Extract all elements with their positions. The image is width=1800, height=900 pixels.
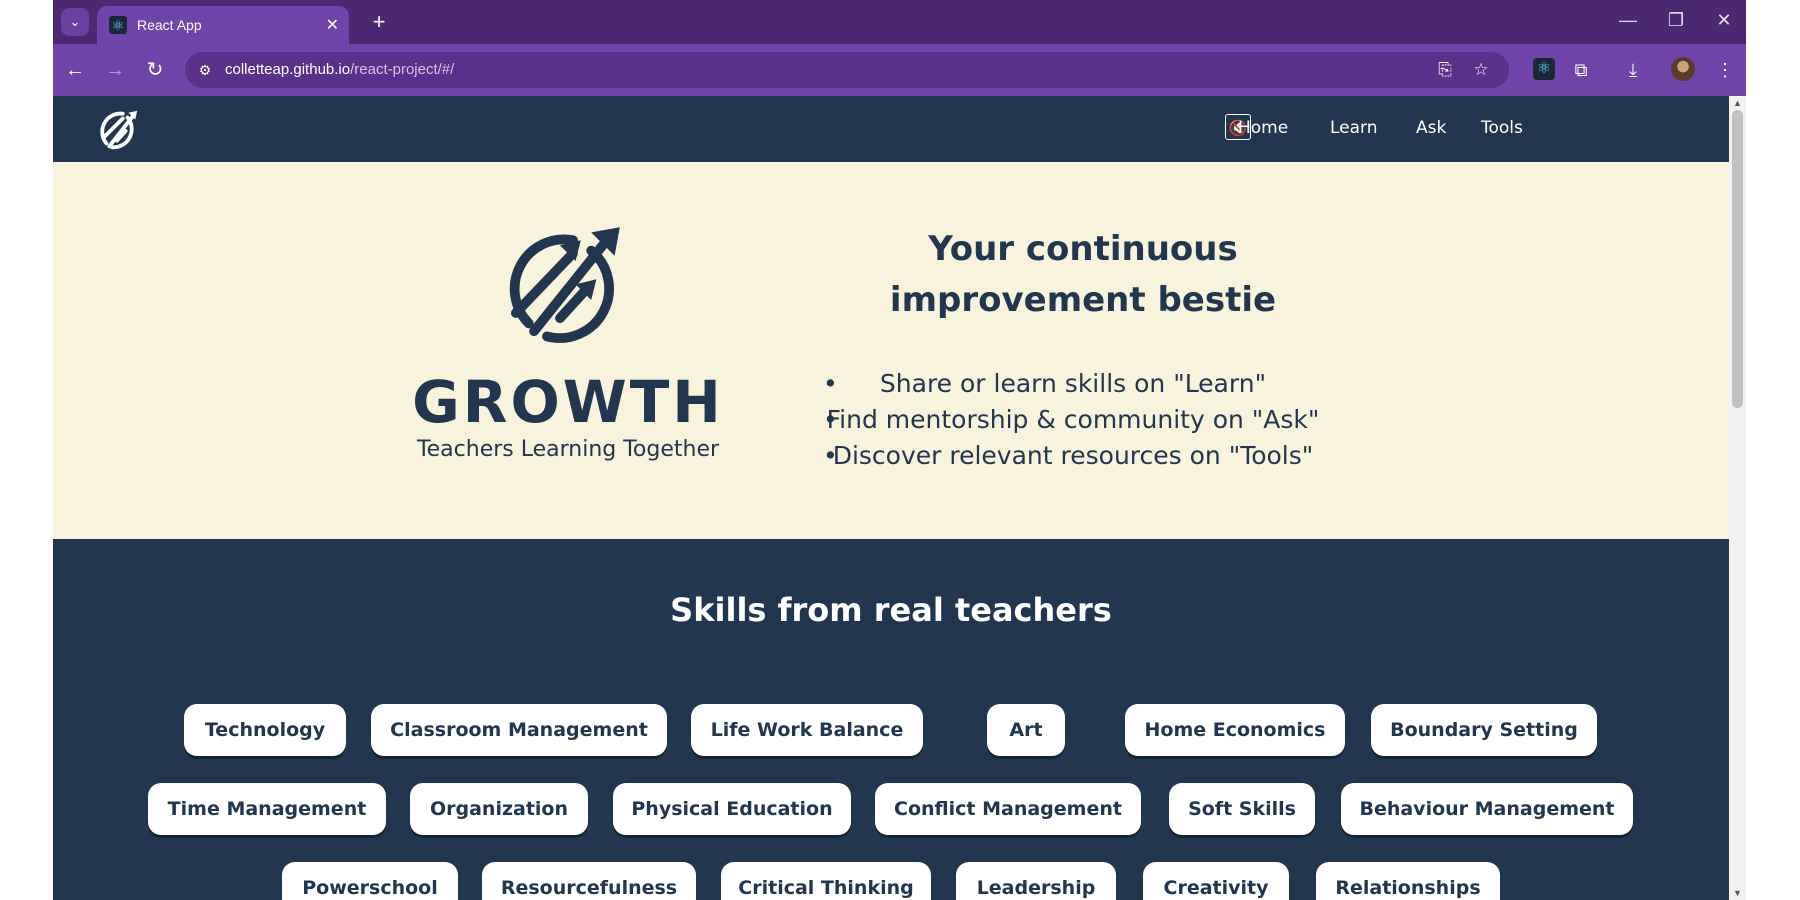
nav-tools[interactable]: Tools — [1481, 118, 1523, 138]
feature-list: Share or learn skills on "Learn" Find me… — [823, 366, 1323, 474]
skill-chip-physical-education[interactable]: Physical Education — [613, 783, 851, 835]
plus-icon: + — [372, 9, 386, 34]
chevron-down-icon: ⌄ — [69, 14, 81, 29]
web-page: 🔇 Home Learn Ask Tools GROWTH Teachers L… — [53, 96, 1729, 900]
scroll-up-icon[interactable]: ▲ — [1729, 98, 1746, 108]
browser-tab[interactable]: ⚛ React App ✕ — [97, 6, 349, 44]
browser-window: ⌄ ⚛ React App ✕ + — ❐ ✕ ← → ↻ ⚙ collette… — [53, 0, 1746, 900]
forward-button[interactable]: → — [101, 56, 129, 84]
download-icon[interactable]: ⤓ — [1619, 56, 1647, 84]
skill-chip-art[interactable]: Art — [987, 704, 1065, 756]
url-path: /react-project/#/ — [350, 61, 455, 78]
skill-chip-conflict-management[interactable]: Conflict Management — [875, 783, 1141, 835]
feature-item: Discover relevant resources on "Tools" — [823, 438, 1323, 474]
skill-chip-relationships[interactable]: Relationships — [1316, 862, 1500, 900]
scroll-down-icon[interactable]: ▼ — [1729, 888, 1746, 898]
skill-chip-resourcefulness[interactable]: Resourcefulness — [482, 862, 696, 900]
arrow-right-icon: → — [105, 59, 125, 81]
star-icon[interactable]: ☆ — [1469, 58, 1493, 82]
skill-chip-critical-thinking[interactable]: Critical Thinking — [721, 862, 931, 900]
react-favicon-icon: ⚛ — [109, 16, 127, 34]
site-info-icon[interactable]: ⚙ — [195, 60, 215, 80]
install-app-icon[interactable]: ⎘ — [1433, 58, 1457, 82]
close-window-icon[interactable]: ✕ — [1709, 10, 1739, 31]
close-tab-icon[interactable]: ✕ — [326, 15, 339, 35]
growth-arrows-logo-icon — [509, 227, 620, 343]
skill-chip-home-economics[interactable]: Home Economics — [1125, 704, 1345, 756]
growth-logo-icon[interactable] — [93, 106, 141, 154]
skill-chip-creativity[interactable]: Creativity — [1143, 862, 1289, 900]
skill-chip-powerschool[interactable]: Powerschool — [282, 862, 458, 900]
feature-item: Share or learn skills on "Learn" — [823, 366, 1323, 402]
tab-search-button[interactable]: ⌄ — [61, 8, 89, 36]
tab-title: React App — [137, 17, 202, 33]
url-host: colletteap.github.io — [225, 61, 351, 78]
skills-title: Skills from real teachers — [670, 591, 1112, 629]
skill-chip-soft-skills[interactable]: Soft Skills — [1169, 783, 1315, 835]
page-scrollbar[interactable]: ▲ ▼ — [1729, 96, 1746, 900]
site-navbar: 🔇 Home Learn Ask Tools — [53, 96, 1729, 162]
reload-button[interactable]: ↻ — [141, 56, 169, 84]
skill-chip-technology[interactable]: Technology — [184, 704, 346, 756]
skill-chip-classroom-management[interactable]: Classroom Management — [371, 704, 667, 756]
profile-avatar[interactable] — [1671, 57, 1695, 81]
brand-tagline: Teachers Learning Together — [416, 437, 720, 462]
headline-line-1: Your continuous — [928, 229, 1238, 269]
scrollbar-thumb[interactable] — [1732, 110, 1743, 408]
url-text[interactable]: colletteap.github.io/react-project/#/ — [225, 61, 454, 78]
nav-learn[interactable]: Learn — [1330, 118, 1378, 138]
minimize-icon[interactable]: — — [1613, 10, 1643, 31]
nav-ask[interactable]: Ask — [1416, 118, 1446, 138]
feature-item: Find mentorship & community on "Ask" — [823, 402, 1323, 438]
arrow-left-icon: ← — [65, 59, 85, 81]
back-button[interactable]: ← — [61, 56, 89, 84]
skill-chip-leadership[interactable]: Leadership — [956, 862, 1116, 900]
restore-icon[interactable]: ❐ — [1661, 10, 1691, 31]
hero-headline: Your continuous improvement bestie — [863, 224, 1303, 326]
headline-line-2: improvement bestie — [889, 280, 1277, 320]
nav-home[interactable]: Home — [1238, 118, 1288, 138]
reload-icon: ↻ — [146, 59, 164, 81]
address-bar[interactable]: ⚙ colletteap.github.io/react-project/#/ … — [185, 52, 1509, 88]
skill-chip-organization[interactable]: Organization — [410, 783, 588, 835]
skill-chip-behaviour-management[interactable]: Behaviour Management — [1341, 783, 1633, 835]
react-devtools-icon[interactable]: ⚛ — [1533, 58, 1555, 80]
skills-section: Skills from real teachers Technology Cla… — [53, 539, 1729, 900]
browser-toolbar: ← → ↻ ⚙ colletteap.github.io/react-proje… — [53, 44, 1746, 96]
skill-chip-time-management[interactable]: Time Management — [148, 783, 386, 835]
new-tab-button[interactable]: + — [365, 8, 393, 36]
tab-strip: ⌄ ⚛ React App ✕ + — ❐ ✕ — [53, 0, 1746, 44]
brand-name: GROWTH — [412, 368, 724, 436]
skill-chip-life-work-balance[interactable]: Life Work Balance — [691, 704, 923, 756]
hero-section: GROWTH Teachers Learning Together Your c… — [53, 162, 1729, 539]
skill-chip-boundary-setting[interactable]: Boundary Setting — [1371, 704, 1597, 756]
kebab-menu-icon[interactable]: ⋮ — [1711, 56, 1739, 84]
puzzle-icon[interactable]: ⧉ — [1567, 56, 1595, 84]
